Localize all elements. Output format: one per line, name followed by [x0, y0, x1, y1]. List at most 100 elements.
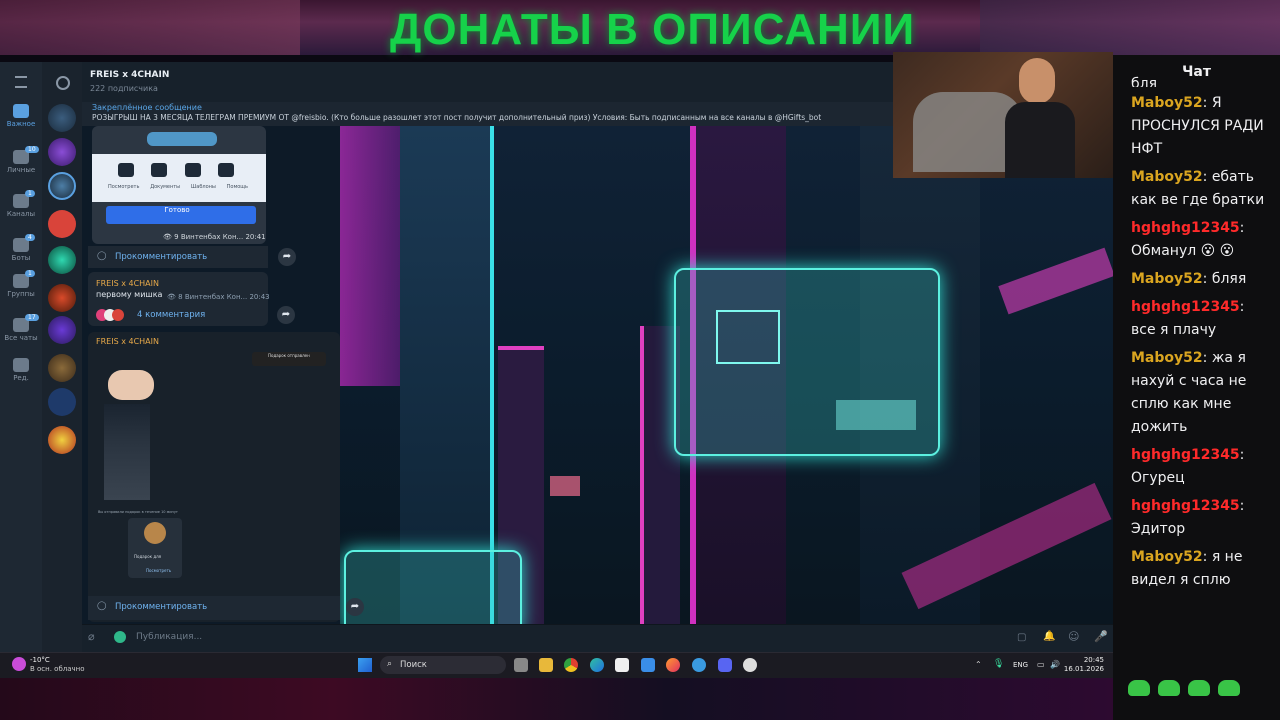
- channel-title: FREIS x 4CHAIN: [90, 70, 170, 80]
- calendar-icon[interactable]: ▢: [1017, 632, 1026, 643]
- chat-avatar-active[interactable]: [48, 172, 76, 200]
- firefox-icon[interactable]: [666, 658, 680, 672]
- eye-icon: 👁: [163, 233, 172, 241]
- sidebar-item-personal[interactable]: 10 Личные: [0, 146, 42, 174]
- menu-icon[interactable]: [0, 76, 42, 88]
- banner-title: ДОНАТЫ В ОПИСАНИИ: [390, 5, 916, 54]
- sidebar-item-important[interactable]: Важное: [0, 104, 42, 128]
- chat-text: Эдитор: [1131, 521, 1186, 537]
- action-icon[interactable]: [151, 163, 168, 177]
- mic-tray-icon[interactable]: 🎙: [993, 659, 1004, 669]
- chat-username[interactable]: hghghg12345: [1131, 220, 1240, 236]
- gift-action[interactable]: Посмотреть: [146, 568, 171, 573]
- chat-text: все я плачу: [1131, 322, 1217, 338]
- chat-avatar[interactable]: [48, 246, 76, 274]
- chat-username[interactable]: hghghg12345: [1131, 299, 1240, 315]
- chrome-icon[interactable]: [564, 658, 578, 672]
- chat-message: hghghg12345: все я плачу: [1131, 299, 1245, 338]
- edge-icon[interactable]: [590, 658, 604, 672]
- weather-desc[interactable]: В осн. облачно: [30, 665, 85, 673]
- message-meta: 👁 9 Винтенбах Кон... 20:41: [163, 233, 266, 241]
- sidebar-item-edit[interactable]: Ред.: [0, 358, 42, 382]
- chat-avatar[interactable]: [48, 426, 76, 454]
- obs-icon[interactable]: [743, 658, 757, 672]
- sidebar-item-groups[interactable]: 1 Группы: [0, 270, 42, 298]
- sidebar-item-label: Важное: [6, 120, 36, 128]
- search-icon[interactable]: [56, 76, 70, 90]
- sender-name[interactable]: FREIS x 4CHAIN: [96, 337, 159, 346]
- chat-username[interactable]: Maboy52: [1131, 95, 1203, 111]
- bell-icon[interactable]: 🔔: [1043, 631, 1055, 642]
- network-icon[interactable]: ▭: [1037, 660, 1045, 669]
- chat-text: Огурец: [1131, 470, 1185, 486]
- sidebar-item-all-chats[interactable]: 17 Все чаты: [0, 314, 42, 342]
- date[interactable]: 16.01.2026: [1058, 665, 1104, 673]
- action-icon[interactable]: [184, 163, 201, 177]
- clock[interactable]: 20:45: [1058, 656, 1104, 664]
- comment-link[interactable]: Прокомментировать: [115, 252, 207, 262]
- chat-avatar[interactable]: [48, 388, 76, 416]
- task-view-icon[interactable]: [514, 658, 528, 672]
- chat-messages: бля Maboy52: Я ПРОСНУЛСЯ РАДИ НФТ Maboy5…: [1131, 76, 1271, 597]
- chevron-up-icon[interactable]: ⌃: [975, 660, 982, 669]
- weather-icon[interactable]: [12, 657, 26, 671]
- start-button[interactable]: [358, 658, 372, 672]
- chat-text: бля: [1131, 76, 1158, 87]
- sidebar-item-label: Все чаты: [4, 334, 38, 342]
- chat-username[interactable]: Maboy52: [1131, 350, 1203, 366]
- screenshot-image: [104, 404, 150, 500]
- chat-message: Maboy52: Я ПРОСНУЛСЯ РАДИ НФТ: [1131, 95, 1264, 157]
- gift-card[interactable]: Подарок для Посмотреть: [128, 518, 182, 578]
- action-icon[interactable]: [217, 163, 234, 177]
- comments-link[interactable]: 4 комментария: [137, 310, 205, 320]
- folder-sidebar: Важное 10 Личные 1 Каналы 4 Боты 1 Групп…: [0, 62, 42, 652]
- sidebar-item-label: Боты: [11, 254, 31, 262]
- chat-message: hghghg12345: Обманул 😮 😮: [1131, 220, 1245, 259]
- emoji-icon[interactable]: ☺: [1068, 630, 1079, 643]
- attach-icon[interactable]: ⌀: [88, 630, 95, 643]
- edit-icon: [13, 358, 29, 372]
- sidebar-item-channels[interactable]: 1 Каналы: [0, 190, 42, 218]
- unread-badge: 4: [25, 234, 35, 241]
- chat-username[interactable]: hghghg12345: [1131, 447, 1240, 463]
- chat-avatar[interactable]: [48, 284, 76, 312]
- file-explorer-icon[interactable]: [539, 658, 553, 672]
- forward-button[interactable]: ➦: [346, 598, 364, 616]
- taskbar-search[interactable]: [380, 656, 506, 674]
- search-icon: ⌕: [387, 659, 393, 669]
- chat-avatar[interactable]: [48, 138, 76, 166]
- unread-badge: 1: [25, 190, 35, 197]
- commenter-avatars: [96, 309, 132, 321]
- chat-avatar[interactable]: [48, 104, 76, 132]
- timestamp: 20:41: [245, 233, 266, 241]
- action-icon[interactable]: [118, 163, 134, 177]
- teddy-bear-icon: [144, 522, 166, 544]
- forward-button[interactable]: ➦: [278, 248, 296, 266]
- chat-username[interactable]: hghghg12345: [1131, 498, 1240, 514]
- chat-username[interactable]: Maboy52: [1131, 271, 1203, 287]
- unread-badge: 17: [25, 314, 39, 321]
- ready-button[interactable]: Готово: [106, 206, 248, 214]
- hologram-card: [344, 550, 522, 624]
- mail-icon[interactable]: [641, 658, 655, 672]
- action-labels: Посмотреть Документы Шаблоны Помощь: [108, 184, 248, 190]
- chat-username[interactable]: Maboy52: [1131, 169, 1203, 185]
- sidebar-item-bots[interactable]: 4 Боты: [0, 234, 42, 262]
- chat-avatar[interactable]: [48, 210, 76, 238]
- sender-name[interactable]: FREIS x 4CHAIN: [96, 279, 159, 288]
- weather-temp[interactable]: -10°C: [30, 656, 50, 664]
- channel-avatar-icon[interactable]: [114, 631, 126, 643]
- forward-button[interactable]: ➦: [277, 306, 295, 324]
- discord-icon[interactable]: [718, 658, 732, 672]
- telegram-icon[interactable]: [692, 658, 706, 672]
- store-icon[interactable]: [615, 658, 629, 672]
- chat-avatar[interactable]: [48, 316, 76, 344]
- language-indicator[interactable]: ENG: [1013, 661, 1028, 669]
- mic-icon[interactable]: 🎤: [1094, 630, 1108, 643]
- chat-message: hghghg12345: Эдитор: [1131, 498, 1245, 537]
- comment-link[interactable]: Прокомментировать: [115, 602, 207, 612]
- chat-text: бляя: [1211, 271, 1247, 287]
- message-input[interactable]: Публикация...: [136, 632, 202, 642]
- chat-username[interactable]: Maboy52: [1131, 549, 1203, 565]
- chat-avatar[interactable]: [48, 354, 76, 382]
